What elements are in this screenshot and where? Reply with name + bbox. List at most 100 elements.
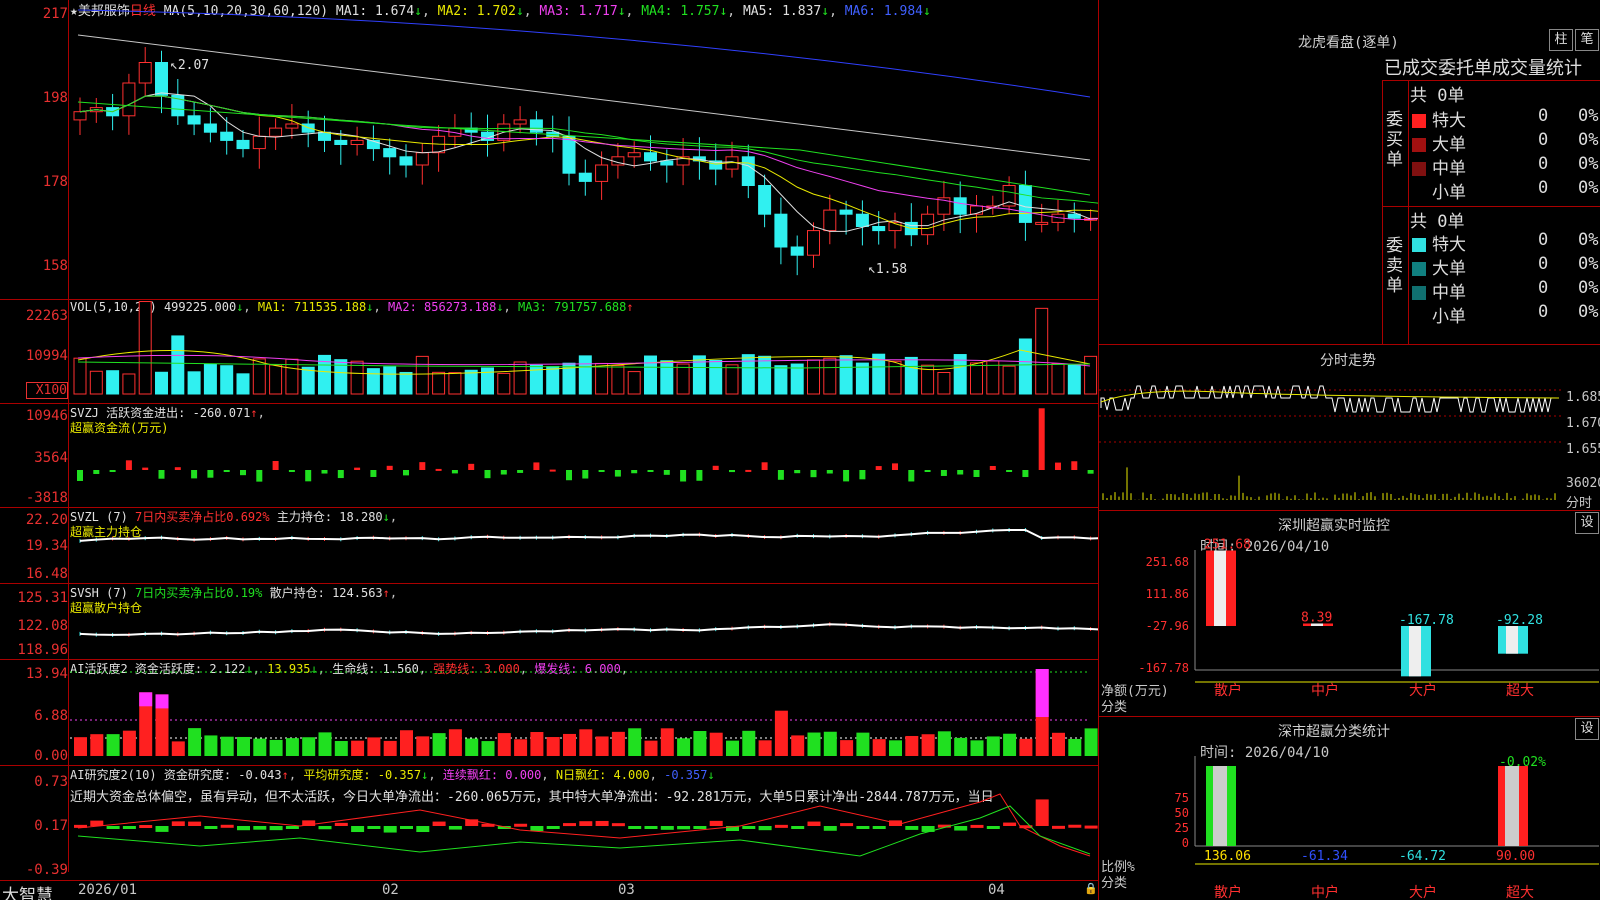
ai-research-panel[interactable]: AI研究度2(10) 资金研究度: -0.043↑, 平均研究度: -0.357…	[0, 766, 1098, 884]
svzj-panel[interactable]: SVZJ 活跃资金进出: -260.071↑, 超赢资金流(万元) 10946 …	[0, 404, 1098, 508]
volume-bar	[986, 360, 1000, 395]
y-tick: 111.86	[1146, 587, 1189, 601]
research-bar	[1035, 799, 1049, 826]
dragon-tiger-title: 龙虎看盘(逐单)	[1298, 35, 1399, 51]
volume-panel[interactable]: VOL(5,10,20) 499225.000↓, MA1: 711535.18…	[0, 300, 1098, 404]
flow-bar	[517, 470, 524, 473]
research-bar	[774, 824, 788, 828]
date-tick: 2026/01	[78, 882, 138, 898]
activity-bar	[954, 737, 968, 756]
bar-mode-button[interactable]: 柱	[1549, 29, 1573, 51]
activity-bar	[889, 740, 902, 756]
candles	[73, 9, 1098, 276]
flow-bar	[598, 470, 605, 472]
research-bar	[1084, 825, 1098, 829]
activity-bar	[90, 734, 104, 756]
volume-bar	[725, 364, 739, 395]
brand-logo: 大智慧	[2, 886, 53, 900]
flow-bar	[321, 470, 328, 474]
activity-bar	[432, 733, 446, 756]
activity-bar	[986, 736, 1000, 756]
activity-bar	[546, 737, 560, 756]
flow-bar	[810, 470, 817, 478]
order-pct: 0%	[1578, 302, 1599, 322]
research-bar	[986, 826, 1000, 829]
research-bar	[856, 826, 870, 829]
activity-bar	[318, 732, 332, 756]
activity-bar	[1068, 738, 1082, 756]
y-tick: -167.78	[1138, 661, 1189, 675]
research-bar	[970, 824, 984, 828]
svzl-panel[interactable]: SVZL (7) 7日内买卖净占比0.692% 主力持仓: 18.280↓, 超…	[0, 508, 1098, 584]
research-bar	[90, 820, 104, 826]
volume-bar	[676, 363, 690, 395]
research-bar	[1052, 825, 1065, 829]
candle	[758, 185, 772, 215]
candle	[627, 152, 641, 158]
volume-bars	[73, 301, 1098, 395]
volume-bar	[106, 370, 120, 395]
candle	[203, 123, 217, 133]
activity-bar	[937, 731, 951, 756]
activity-bar	[416, 736, 430, 756]
svsh-panel[interactable]: SVSH (7) 7日内买卖净占比0.19% 散户持仓: 124.563↑, 超…	[0, 584, 1098, 660]
burst-bar	[139, 692, 153, 707]
order-pct: 0%	[1578, 106, 1599, 126]
svsh-line	[79, 622, 1098, 637]
research-bar	[448, 826, 462, 830]
order-pct: 0%	[1578, 278, 1599, 298]
candle	[73, 111, 87, 121]
research-bar	[269, 826, 283, 831]
research-bar	[807, 821, 821, 826]
candle	[350, 139, 364, 145]
activity-bar	[497, 733, 511, 756]
y-tick: -27.96	[1146, 619, 1189, 633]
flow-bar	[745, 469, 752, 472]
candle	[236, 139, 250, 150]
lock-icon[interactable]: 🔒	[1084, 882, 1098, 895]
order-count: 0	[1538, 302, 1549, 322]
flow-bar	[386, 465, 393, 470]
activity-bar	[106, 734, 120, 756]
flow-bar	[989, 465, 996, 470]
ai-activity-panel[interactable]: AI活跃度2 资金活跃度: 2.122↓, 13.935↓, 生命线: 1.56…	[0, 660, 1098, 766]
flow-bar	[647, 470, 654, 472]
buy-total: 共 0单	[1410, 86, 1465, 106]
volume-bar	[937, 371, 951, 395]
flow-bar	[957, 470, 964, 475]
flow-bar	[288, 470, 295, 472]
flow-bar	[158, 470, 165, 479]
flow-bar	[940, 470, 947, 476]
volume-bar	[855, 362, 869, 395]
bar-value: -167.78	[1399, 613, 1454, 628]
volume-bar	[1018, 338, 1032, 395]
candlestick-panel[interactable]: ★美邦服饰日线 MA(5,10,20,30,60,120) MA1: 1.674…	[0, 0, 1098, 300]
fs-unit: 分时	[1566, 496, 1593, 511]
activity-bar	[595, 736, 609, 756]
ratio-chart: 7550250 散户 中户 大户 超大 136.06 -61.34 -64.72 90.00 -0…	[1175, 755, 1599, 900]
research-bar	[188, 821, 202, 826]
candle	[513, 119, 527, 125]
holding-line	[79, 623, 1098, 636]
top-value: -0.02%	[1499, 755, 1546, 770]
activity-bar	[758, 740, 772, 756]
flow-bar	[973, 470, 980, 478]
tick-mode-button[interactable]: 笔	[1575, 29, 1599, 51]
order-count: 0	[1538, 230, 1549, 250]
order-row: 特大	[1412, 106, 1466, 131]
activity-bar	[856, 732, 870, 756]
flow-bar	[370, 470, 377, 477]
research-bar	[823, 826, 837, 831]
flow-bar	[1055, 462, 1061, 470]
order-pct: 0%	[1578, 130, 1599, 150]
volume-bar	[627, 371, 641, 395]
order-stats-title: 已成交委托单成交量统计	[1384, 58, 1582, 79]
activity-bar	[481, 741, 495, 756]
order-row: 大单	[1412, 130, 1466, 155]
research-bar	[285, 826, 299, 829]
burst-bar	[155, 694, 169, 709]
intraday-chart[interactable]	[1099, 368, 1600, 510]
activity-bar	[171, 741, 185, 756]
candle	[155, 62, 168, 96]
flow-bar	[419, 462, 426, 470]
